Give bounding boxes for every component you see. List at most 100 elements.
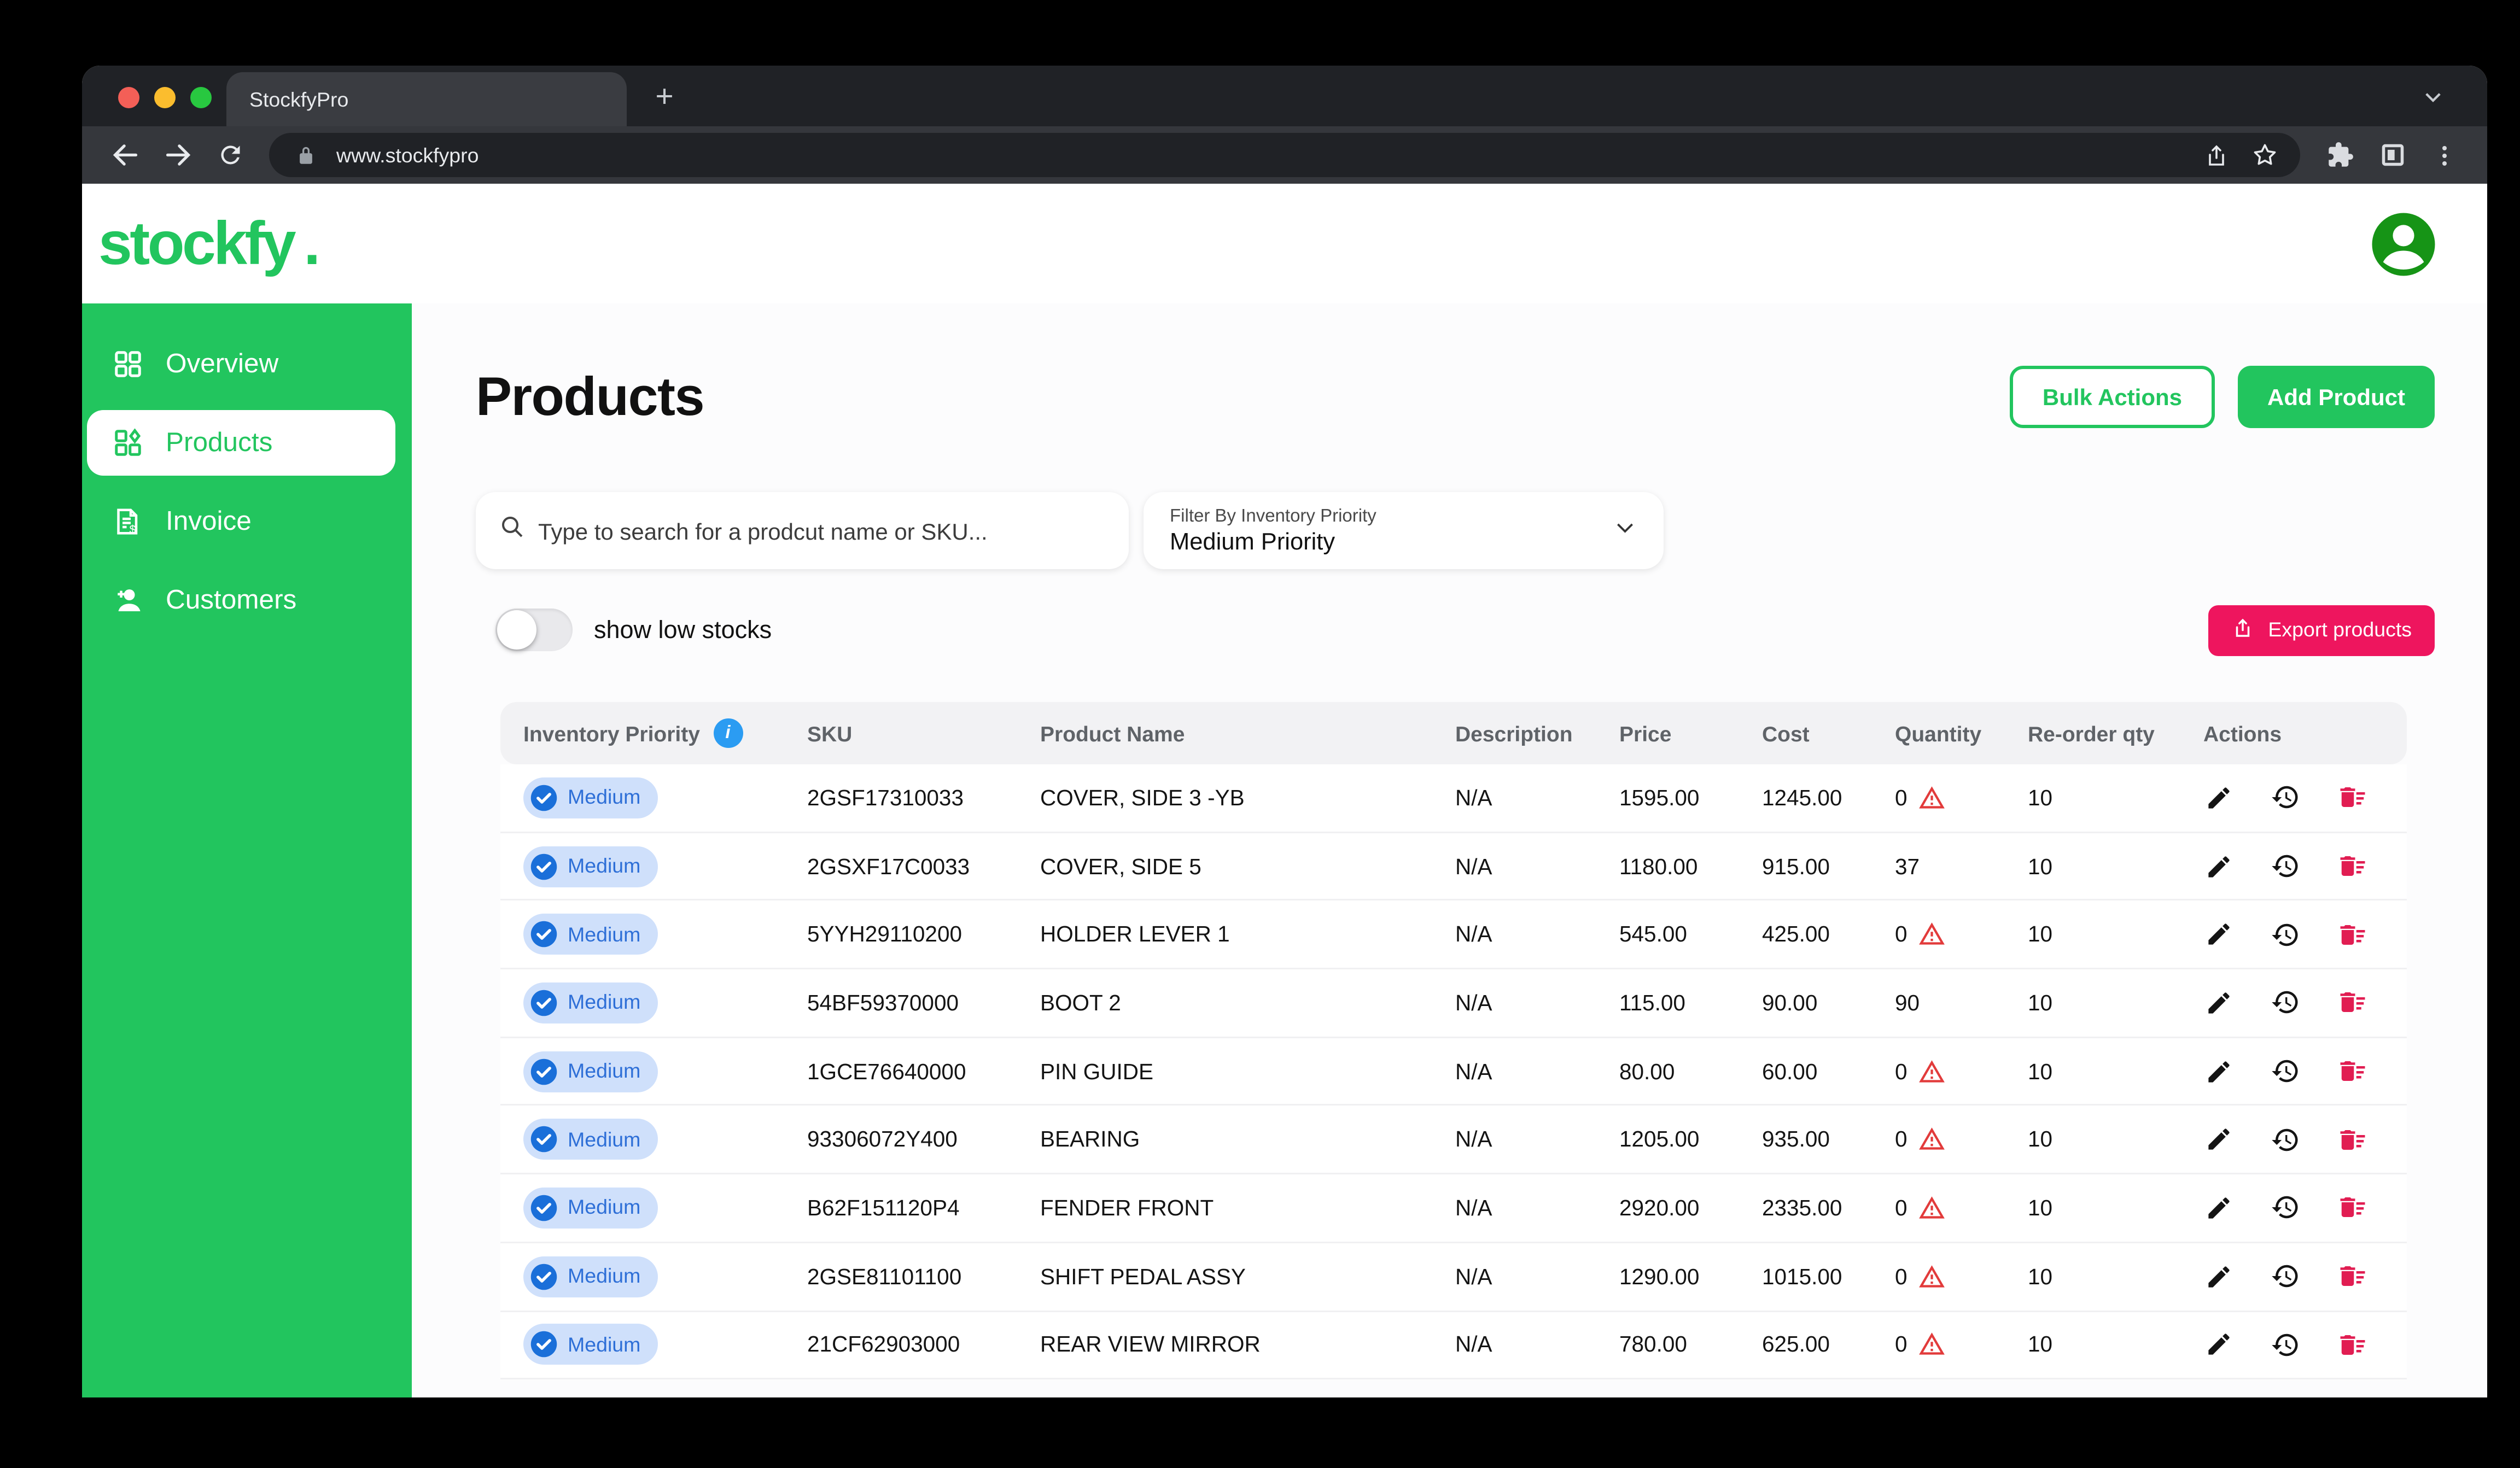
sidebar-item-products[interactable]: Products <box>87 410 395 476</box>
cost-cell: 90.00 <box>1762 991 1895 1015</box>
history-icon[interactable] <box>2271 783 2300 812</box>
user-avatar[interactable] <box>2366 206 2441 282</box>
history-icon[interactable] <box>2271 1193 2300 1223</box>
reload-button[interactable] <box>210 136 249 175</box>
check-circle-icon <box>528 851 559 882</box>
edit-pencil-icon[interactable] <box>2203 1261 2233 1291</box>
delete-trash-icon[interactable] <box>2338 851 2367 881</box>
products-grid-icon <box>112 426 144 459</box>
product-name-cell: FENDER FRONT <box>1040 1196 1455 1220</box>
maximize-window-button[interactable] <box>190 87 212 108</box>
table-row: Medium 1GCE76640000 PIN GUIDE N/A 80.00 … <box>500 1038 2407 1106</box>
edit-pencil-icon[interactable] <box>2203 1193 2233 1223</box>
cost-cell: 915.00 <box>1762 854 1895 879</box>
minimize-window-button[interactable] <box>154 87 176 108</box>
export-share-icon <box>2232 616 2255 644</box>
app-header: stockfy. <box>82 184 2487 303</box>
history-icon[interactable] <box>2271 988 2300 1017</box>
search-box[interactable] <box>476 492 1129 569</box>
back-button[interactable] <box>105 136 144 175</box>
quantity-cell: 0 <box>1895 1194 2028 1222</box>
priority-badge: Medium <box>523 1051 658 1092</box>
product-name-cell: PIN GUIDE <box>1040 1059 1455 1084</box>
delete-trash-icon[interactable] <box>2338 920 2367 949</box>
edit-pencil-icon[interactable] <box>2203 851 2233 881</box>
col-inventory-priority: Inventory Priority i <box>523 718 807 748</box>
side-panel-icon[interactable] <box>2372 136 2412 175</box>
tab-search-chevron-icon[interactable] <box>2422 85 2445 116</box>
edit-pencil-icon[interactable] <box>2203 1330 2233 1360</box>
priority-cell: Medium <box>523 1256 807 1297</box>
col-cost: Cost <box>1762 721 1895 746</box>
delete-trash-icon[interactable] <box>2338 1261 2367 1291</box>
history-icon[interactable] <box>2271 920 2300 949</box>
col-sku: SKU <box>807 721 1040 746</box>
check-circle-icon <box>528 1329 559 1360</box>
reorder-qty-cell: 10 <box>2028 922 2203 947</box>
forward-button[interactable] <box>158 136 197 175</box>
delete-trash-icon[interactable] <box>2338 1193 2367 1223</box>
bookmark-star-icon[interactable] <box>2248 139 2280 172</box>
add-product-button[interactable]: Add Product <box>2238 365 2435 428</box>
title-bar: Products Bulk Actions Add Product <box>476 358 2435 435</box>
browser-tab[interactable]: StockfyPro <box>226 72 627 126</box>
price-cell: 1290.00 <box>1619 1264 1762 1289</box>
sidebar-item-customers[interactable]: Customers <box>87 568 395 633</box>
history-icon[interactable] <box>2271 1125 2300 1154</box>
edit-pencil-icon[interactable] <box>2203 783 2233 812</box>
reorder-qty-cell: 10 <box>2028 854 2203 879</box>
cost-cell: 1015.00 <box>1762 1264 1895 1289</box>
actions-cell <box>2203 851 2407 881</box>
quantity-cell: 90 <box>1895 991 2028 1015</box>
delete-trash-icon[interactable] <box>2338 988 2367 1017</box>
low-stock-warning-icon <box>1917 1262 1945 1290</box>
sidebar-item-overview[interactable]: Overview <box>87 331 395 397</box>
info-icon[interactable]: i <box>713 718 743 748</box>
edit-pencil-icon[interactable] <box>2203 988 2233 1017</box>
product-name-cell: BOOT 2 <box>1040 991 1455 1015</box>
browser-window: StockfyPro + www.stockfypro <box>82 66 2487 1397</box>
export-products-button[interactable]: Export products <box>2209 605 2435 656</box>
share-icon[interactable] <box>2200 139 2233 172</box>
browser-menu-kebab-icon[interactable] <box>2425 136 2464 175</box>
svg-text:$: $ <box>130 523 136 536</box>
priority-filter-dropdown[interactable]: Filter By Inventory Priority Medium Prio… <box>1144 492 1664 569</box>
priority-badge: Medium <box>523 777 658 818</box>
delete-trash-icon[interactable] <box>2338 1330 2367 1360</box>
extensions-puzzle-icon[interactable] <box>2320 136 2359 175</box>
bulk-actions-button[interactable]: Bulk Actions <box>2010 365 2215 428</box>
edit-pencil-icon[interactable] <box>2203 1056 2233 1086</box>
sidebar-item-invoice[interactable]: $ Invoice <box>87 489 395 554</box>
check-circle-icon <box>528 1056 559 1087</box>
low-stock-warning-icon <box>1917 1057 1945 1085</box>
price-cell: 780.00 <box>1619 1332 1762 1357</box>
cost-cell: 2335.00 <box>1762 1196 1895 1220</box>
overview-grid-icon <box>112 348 144 381</box>
history-icon[interactable] <box>2271 1330 2300 1360</box>
filter-label: Filter By Inventory Priority <box>1170 506 1376 526</box>
history-icon[interactable] <box>2271 1261 2300 1291</box>
close-window-button[interactable] <box>118 87 139 108</box>
description-cell: N/A <box>1455 1127 1619 1152</box>
edit-pencil-icon[interactable] <box>2203 1125 2233 1154</box>
show-low-stocks-toggle[interactable] <box>495 609 573 651</box>
low-stock-warning-icon <box>1917 784 1945 812</box>
address-bar[interactable]: www.stockfypro <box>269 133 2300 177</box>
history-icon[interactable] <box>2271 1056 2300 1086</box>
traffic-lights <box>118 87 212 108</box>
low-stock-warning-icon <box>1917 1126 1945 1154</box>
search-input[interactable] <box>538 518 1106 544</box>
quantity-cell: 0 <box>1895 1331 2028 1359</box>
delete-trash-icon[interactable] <box>2338 783 2367 812</box>
new-tab-button[interactable]: + <box>640 74 689 123</box>
edit-pencil-icon[interactable] <box>2203 920 2233 949</box>
cost-cell: 425.00 <box>1762 922 1895 947</box>
delete-trash-icon[interactable] <box>2338 1056 2367 1086</box>
history-icon[interactable] <box>2271 851 2300 881</box>
check-circle-icon <box>528 1124 559 1155</box>
product-name-cell: COVER, SIDE 5 <box>1040 854 1455 879</box>
delete-trash-icon[interactable] <box>2338 1125 2367 1154</box>
priority-badge: Medium <box>523 846 658 887</box>
description-cell: N/A <box>1455 1332 1619 1357</box>
check-circle-icon <box>528 1261 559 1292</box>
